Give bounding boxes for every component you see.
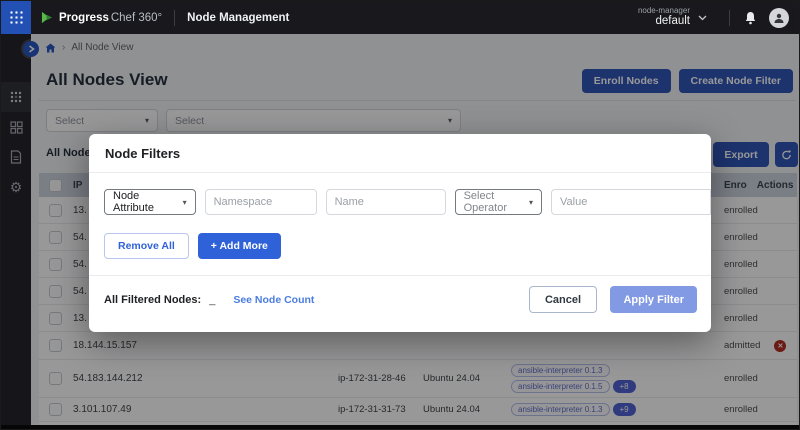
waffle-icon [9, 10, 24, 25]
node-filters-modal: Node Filters Node Attribute ▾ Select Ope… [89, 134, 711, 332]
user-avatar-icon [769, 8, 789, 28]
filter-criteria-row: Node Attribute ▾ Select Operator ▾ [104, 189, 711, 215]
brand-suite: Chef 360° [111, 12, 162, 24]
remove-all-button[interactable]: Remove All [104, 233, 189, 259]
app-window: Progress Chef 360° Node Management node-… [0, 0, 800, 430]
filtered-nodes-value: _ [209, 294, 215, 306]
topbar-divider [174, 10, 175, 26]
user-avatar[interactable] [769, 8, 800, 28]
bell-icon[interactable] [744, 11, 757, 25]
top-bar: Progress Chef 360° Node Management node-… [1, 1, 800, 34]
caret-down-icon: ▾ [529, 198, 533, 207]
org-value: default [655, 15, 690, 28]
caret-down-icon: ▾ [183, 198, 187, 207]
see-node-count-link[interactable]: See Node Count [233, 294, 314, 306]
chevron-down-icon[interactable] [698, 15, 707, 21]
node-attribute-value: Node Attribute [113, 190, 183, 214]
brand-logo: Progress Chef 360° [41, 11, 162, 24]
operator-value: Select Operator [464, 190, 529, 214]
modal-header: Node Filters [89, 134, 711, 173]
org-label: node-manager [638, 6, 690, 15]
apply-filter-button[interactable]: Apply Filter [610, 286, 697, 313]
progress-chevron-icon [41, 11, 54, 24]
operator-select[interactable]: Select Operator ▾ [455, 189, 542, 215]
screenshot-bottom-border [1, 425, 800, 430]
modal-title: Node Filters [105, 146, 180, 161]
name-input[interactable] [326, 189, 446, 215]
value-input[interactable] [551, 189, 711, 215]
cancel-button[interactable]: Cancel [529, 286, 597, 313]
topbar-divider [729, 10, 730, 26]
node-attribute-select[interactable]: Node Attribute ▾ [104, 189, 196, 215]
org-selector[interactable]: node-manager default [638, 6, 690, 28]
brand-product: Progress [59, 12, 109, 24]
filtered-nodes-label: All Filtered Nodes: [104, 294, 201, 306]
app-title: Node Management [187, 12, 289, 24]
namespace-input[interactable] [205, 189, 317, 215]
app-launcher-button[interactable] [1, 1, 31, 34]
add-more-button[interactable]: + Add More [198, 233, 281, 259]
